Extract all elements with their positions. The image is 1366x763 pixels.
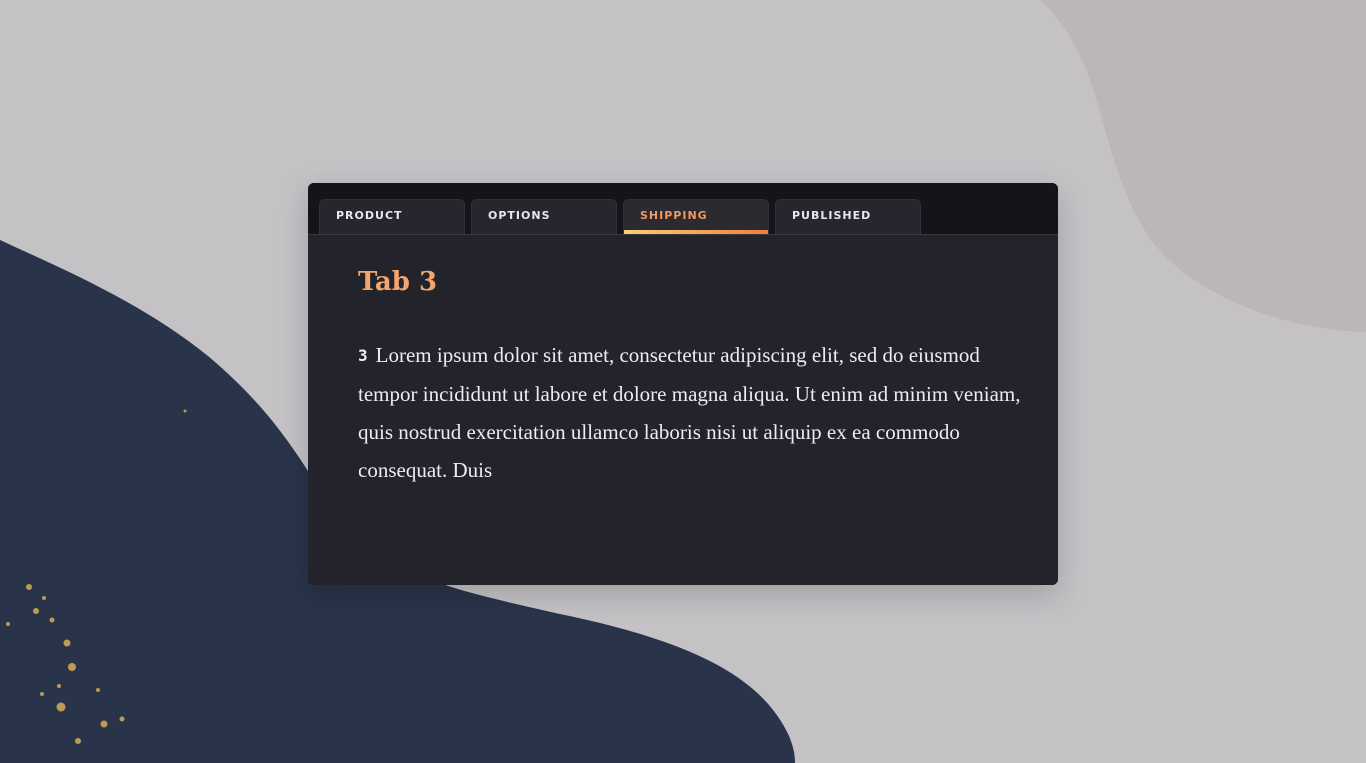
tabs-card: PRODUCT OPTIONS SHIPPING PUBLISHED Tab 3… [308,183,1058,585]
panel-title: Tab 3 [358,267,438,297]
tab-shipping[interactable]: SHIPPING [623,199,769,234]
light-gray-blob [1040,0,1366,332]
tab-published[interactable]: PUBLISHED [775,199,921,234]
tab-product[interactable]: PRODUCT [319,199,465,234]
panel-paragraph: 3 Lorem ipsum dolor sit amet, consectetur… [358,336,1022,489]
tab-number: 3 [358,346,368,365]
tab-panel: Tab 3 3 Lorem ipsum dolor sit amet, conse… [308,234,1058,585]
panel-body-text: Lorem ipsum dolor sit amet, consectetur … [358,343,1021,482]
tab-bar: PRODUCT OPTIONS SHIPPING PUBLISHED [308,183,1058,234]
tab-options[interactable]: OPTIONS [471,199,617,234]
